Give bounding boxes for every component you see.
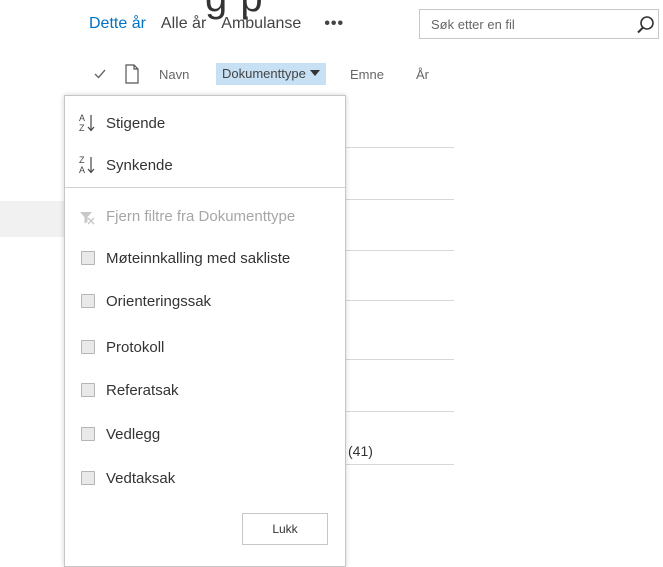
filter-option-label: Protokoll <box>106 338 165 356</box>
filter-checkbox[interactable] <box>81 294 95 308</box>
filter-checkbox[interactable] <box>81 471 95 485</box>
column-header-emne[interactable]: Emne <box>350 67 384 82</box>
column-header-dokumenttype[interactable]: Dokumenttype <box>216 63 326 85</box>
sort-ascending-icon: A Z <box>79 113 95 133</box>
file-type-icon[interactable] <box>124 64 140 84</box>
row-divider <box>345 464 454 465</box>
row-divider <box>345 300 454 301</box>
view-tabs: Dette år Alle år Ambulanse ••• <box>89 15 344 33</box>
more-views-button[interactable]: ••• <box>324 15 344 33</box>
select-all-checkmark-icon[interactable] <box>93 67 107 81</box>
filter-option[interactable]: Møteinnkalling med sakliste <box>65 240 345 276</box>
filter-option-label: Vedtaksak <box>106 469 176 487</box>
clear-filter-item[interactable]: Fjern filtre fra Dokumenttype <box>65 198 345 234</box>
selected-row-band[interactable] <box>0 201 64 237</box>
svg-text:A: A <box>79 165 85 175</box>
column-header-navn[interactable]: Navn <box>159 67 189 82</box>
view-tab-dette-ar[interactable]: Dette år <box>89 15 146 33</box>
close-button[interactable]: Lukk <box>242 513 328 545</box>
clear-filter-icon <box>80 212 95 225</box>
filter-checkbox[interactable] <box>81 340 95 354</box>
filter-option-label: Vedlegg <box>106 425 161 443</box>
filter-option[interactable]: Vedlegg <box>65 416 345 452</box>
column-header-dokumenttype-label: Dokumenttype <box>222 66 306 81</box>
filter-checkbox[interactable] <box>81 251 95 265</box>
view-tab-alle-ar[interactable]: Alle år <box>161 15 206 33</box>
filter-option[interactable]: Protokoll <box>65 329 345 365</box>
svg-text:Z: Z <box>79 123 85 133</box>
view-tab-ambulanse[interactable]: Ambulanse <box>221 15 301 33</box>
row-divider <box>345 199 454 200</box>
menu-divider <box>65 187 345 188</box>
filter-option-label: Møteinnkalling med sakliste <box>106 249 291 267</box>
sort-descending-label: Synkende <box>106 156 173 174</box>
chevron-down-icon <box>309 70 320 76</box>
filter-option[interactable]: Orienteringssak <box>65 283 345 319</box>
clear-filter-label: Fjern filtre fra Dokumenttype <box>106 207 296 225</box>
search-box <box>419 9 659 39</box>
filter-option-label: Orienteringssak <box>106 292 212 310</box>
column-filter-menu: A Z Stigende Z A Synkende Fjern filtre f… <box>64 95 346 567</box>
filter-option-label: Referatsak <box>106 381 179 399</box>
search-icon[interactable] <box>634 13 658 37</box>
search-input[interactable] <box>429 16 623 33</box>
row-divider <box>345 359 454 360</box>
row-divider <box>345 411 454 412</box>
sort-ascending-item[interactable]: A Z Stigende <box>65 105 345 141</box>
sort-descending-item[interactable]: Z A Synkende <box>65 147 345 183</box>
column-header-ar[interactable]: År <box>416 67 429 82</box>
row-divider <box>345 250 454 251</box>
sort-descending-icon: Z A <box>79 155 95 175</box>
svg-text:A: A <box>79 113 85 123</box>
filter-checkbox[interactable] <box>81 383 95 397</box>
row-divider <box>345 147 454 148</box>
sort-ascending-label: Stigende <box>106 114 166 132</box>
svg-text:Z: Z <box>79 155 85 165</box>
filter-checkbox[interactable] <box>81 427 95 441</box>
group-count: (41) <box>348 443 373 459</box>
filter-option[interactable]: Vedtaksak <box>65 460 345 496</box>
filter-option[interactable]: Referatsak <box>65 372 345 408</box>
